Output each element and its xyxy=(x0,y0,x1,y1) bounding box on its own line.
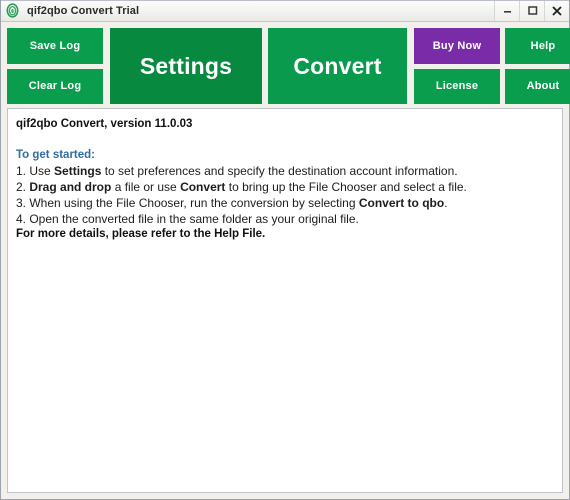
step-text-bold: Drag and drop xyxy=(29,180,112,194)
step-text-mid: a file or use xyxy=(111,180,181,194)
application-window: qif2qbo Convert Trial Save Log Clear Log… xyxy=(0,0,570,500)
buy-now-button[interactable]: Buy Now xyxy=(414,28,500,64)
window-title: qif2qbo Convert Trial xyxy=(27,4,140,17)
help-about-group: Help About xyxy=(505,28,570,104)
settings-button[interactable]: Settings xyxy=(110,28,262,104)
step-text-pre: Open the converted file in the same fold… xyxy=(29,212,359,226)
about-button[interactable]: About xyxy=(505,68,570,104)
instruction-step: 2. Drag and drop a file or use Convert t… xyxy=(16,181,554,193)
instruction-step: 1. Use Settings to set preferences and s… xyxy=(16,165,554,177)
buy-license-group: Buy Now License xyxy=(414,28,500,104)
step-number: 3. xyxy=(16,196,30,210)
fingerprint-icon xyxy=(5,3,20,18)
convert-button-group: Convert xyxy=(268,28,407,104)
step-text-mid: . xyxy=(444,196,448,210)
step-text-bold: Settings xyxy=(54,164,102,178)
help-file-note: For more details, please refer to the He… xyxy=(16,228,266,240)
clear-log-button[interactable]: Clear Log xyxy=(7,68,103,104)
step-text-bold: Convert to qbo xyxy=(358,196,445,210)
version-line: qif2qbo Convert, version 11.0.03 xyxy=(16,118,193,130)
step-text-bold2: Convert xyxy=(180,180,226,194)
close-icon[interactable] xyxy=(544,0,569,21)
instruction-step: 4. Open the converted file in the same f… xyxy=(16,213,554,225)
get-started-heading: To get started: xyxy=(16,148,96,161)
title-bar: qif2qbo Convert Trial xyxy=(1,0,569,22)
step-text-pre: Use xyxy=(29,164,55,178)
step-text-pre: When using the File Chooser, run the con… xyxy=(29,196,359,210)
step-number: 2. xyxy=(16,180,30,194)
window-controls xyxy=(494,0,569,21)
maximize-icon[interactable] xyxy=(519,0,544,21)
settings-button-group: Settings xyxy=(110,28,262,104)
minimize-icon[interactable] xyxy=(494,0,519,21)
license-button[interactable]: License xyxy=(414,68,500,104)
step-text-mid: to set preferences and specify the desti… xyxy=(101,164,458,178)
save-log-button[interactable]: Save Log xyxy=(7,28,103,64)
log-buttons-group: Save Log Clear Log xyxy=(7,28,103,104)
toolbar: Save Log Clear Log Settings Convert Buy … xyxy=(1,22,570,108)
step-number: 1. xyxy=(16,164,30,178)
log-text-area[interactable]: qif2qbo Convert, version 11.0.03 To get … xyxy=(7,108,563,493)
instruction-step: 3. When using the File Chooser, run the … xyxy=(16,197,554,209)
step-number: 4. xyxy=(16,212,30,226)
help-button[interactable]: Help xyxy=(505,28,570,64)
convert-button[interactable]: Convert xyxy=(268,28,407,104)
step-text-post: to bring up the File Chooser and select … xyxy=(225,180,467,194)
